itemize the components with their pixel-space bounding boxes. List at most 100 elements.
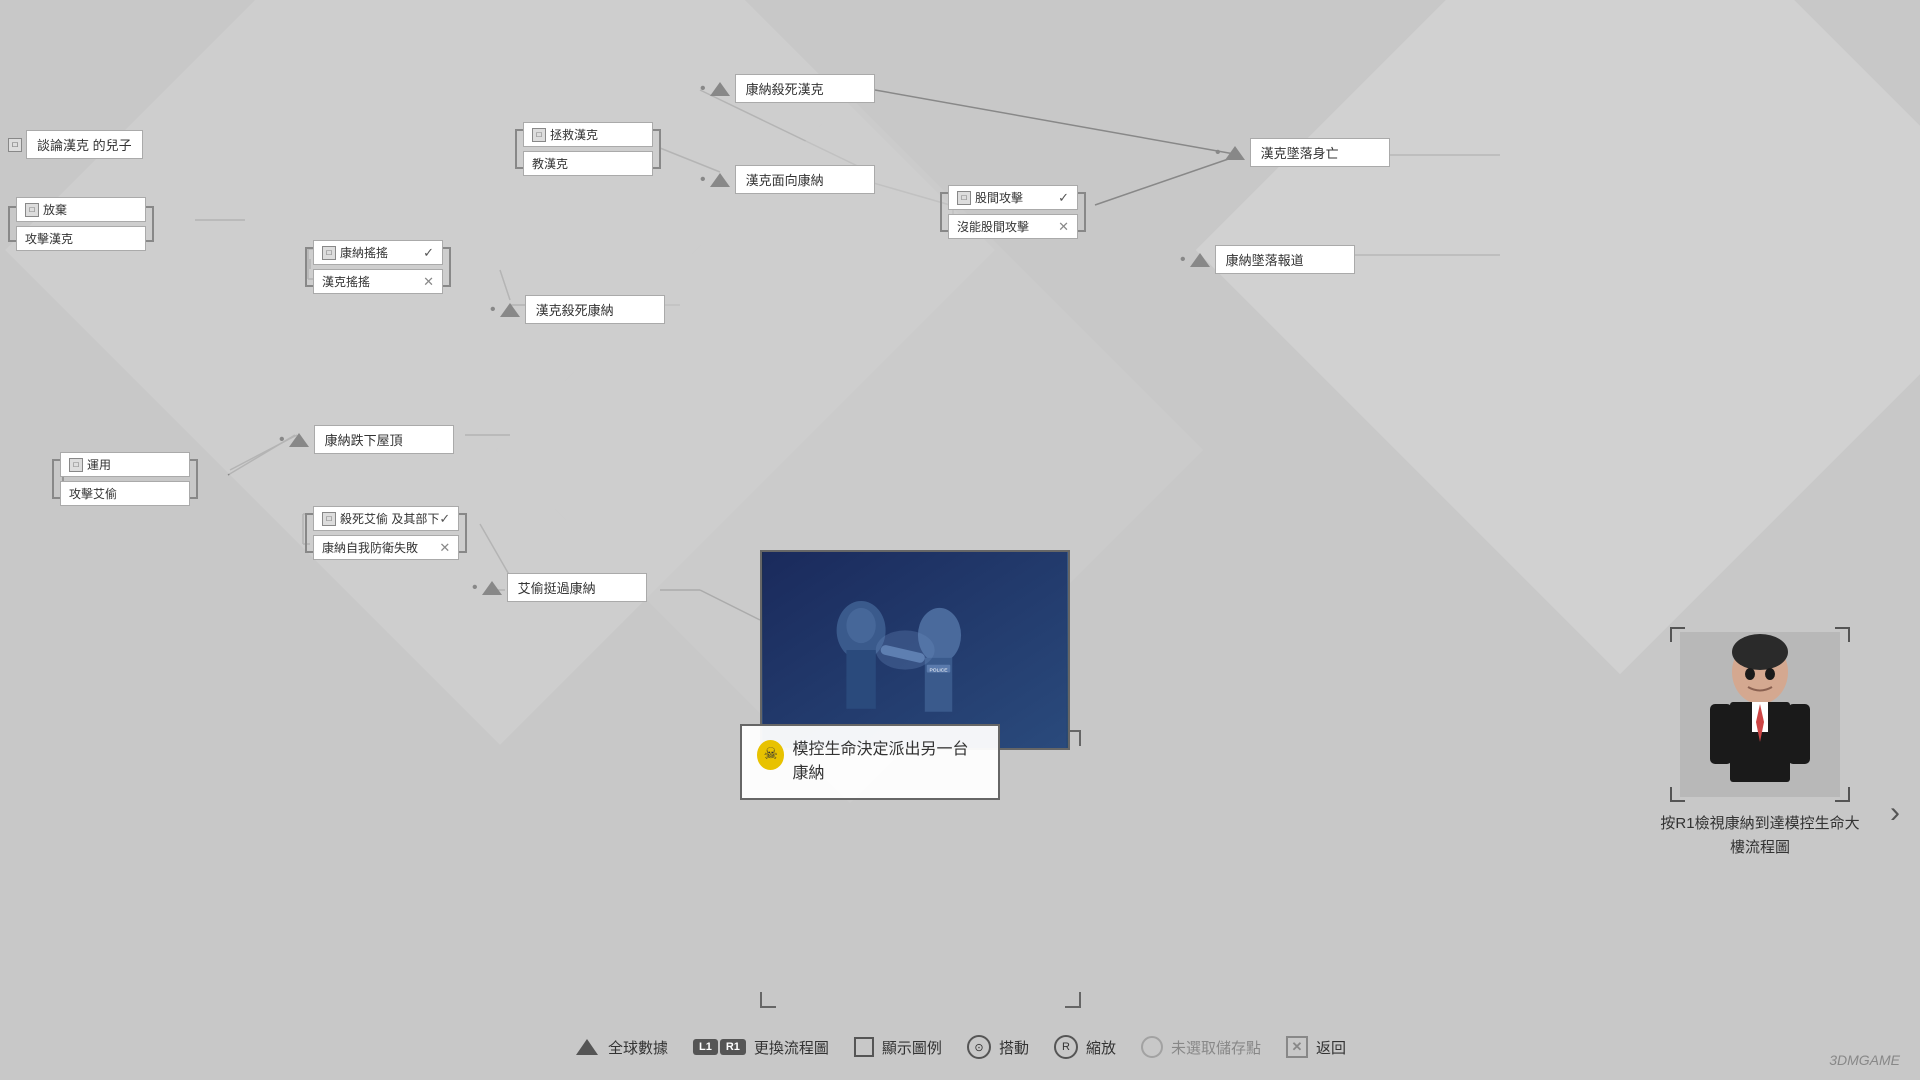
toolbar-no-save[interactable]: 未選取儲存點	[1141, 1036, 1261, 1058]
choice-use: □ 運用	[60, 452, 190, 477]
choice-save-hank: □ 拯救漢克	[523, 122, 653, 147]
move-label: 搭動	[999, 1037, 1029, 1058]
r1-button: R1	[720, 1039, 746, 1055]
node-icon: □	[8, 138, 22, 152]
choice-groin-fail: 沒能股間攻擊 ✕	[948, 214, 1078, 239]
node-label: 漢克墜落身亡	[1250, 138, 1390, 167]
x-icon: ✕	[1286, 1036, 1308, 1058]
node-hank-fall-dead: • 漢克墜落身亡	[1215, 138, 1390, 167]
group-choices: □ 殺死艾偷 及其部下 ✓ 康納自我防衛失敗 ✕	[313, 506, 459, 560]
group-bracket-right	[653, 129, 661, 169]
triangle-icon	[1225, 146, 1245, 160]
back-label: 返回	[1316, 1037, 1346, 1058]
video-preview: POLICE	[760, 550, 1070, 750]
x-mark: ✕	[1058, 219, 1069, 235]
group-bracket-left	[52, 459, 60, 499]
choice-give-up: □ 放棄	[16, 197, 146, 222]
node-label: 康納殺死漢克	[735, 74, 875, 103]
right-panel-figure	[1670, 627, 1850, 802]
choice-group-kill-eva: □ 殺死艾偷 及其部下 ✓ 康納自我防衛失敗 ✕	[305, 506, 467, 560]
node-connor-fall-report: • 康納墜落報道	[1180, 245, 1355, 274]
node-connor-kill-hank: • 康納殺死漢克	[700, 74, 875, 103]
node-label: 艾偷挺過康納	[507, 573, 647, 602]
triangle-icon	[289, 433, 309, 447]
group-choices: □ 運用 攻擊艾偷	[60, 452, 190, 506]
check-mark: ✓	[439, 511, 450, 527]
check-mark: ✓	[1058, 190, 1069, 206]
choice-icon: □	[322, 246, 336, 260]
choice-group-shake: □ 康納搖搖 ✓ 漢克搖搖 ✕	[305, 240, 451, 294]
group-choices: □ 康納搖搖 ✓ 漢克搖搖 ✕	[313, 240, 443, 294]
bullet: •	[1180, 251, 1186, 269]
group-choices: □ 股間攻擊 ✓ 沒能股間攻擊 ✕	[948, 185, 1078, 239]
video-scene: POLICE	[762, 552, 1068, 748]
group-bracket-left	[305, 513, 313, 553]
node-connor-fall-roof: • 康納跌下屋頂	[279, 425, 454, 454]
switch-chart-label: 更換流程圖	[754, 1037, 829, 1058]
toolbar-move[interactable]: ⊙ 搭動	[967, 1035, 1029, 1059]
toolbar-show-legend[interactable]: 顯示圖例	[854, 1037, 942, 1058]
right-panel: 按R1檢視康納到達模控生命大樓流程圖	[1660, 627, 1860, 860]
node-eva-survive-connor: • 艾偷挺過康納	[472, 573, 647, 602]
next-button[interactable]: ›	[1890, 796, 1900, 830]
right-panel-description: 按R1檢視康納到達模控生命大樓流程圖	[1660, 812, 1860, 860]
triangle-shape	[576, 1039, 598, 1055]
choice-teach-hank: 教漢克	[523, 151, 653, 176]
character-figure	[1680, 632, 1840, 797]
corner-br	[1835, 787, 1850, 802]
corner-tr	[1835, 627, 1850, 642]
group-bracket-right	[190, 459, 198, 499]
node-hank-kill-connor: • 漢克殺死康納	[490, 295, 665, 324]
choice-icon: □	[25, 203, 39, 217]
node-discuss-hank-son: □ 談論漢克 的兒子	[8, 130, 143, 159]
corner-bl	[760, 992, 776, 1008]
group-bracket-right	[459, 513, 467, 553]
node-label: 漢克面向康納	[735, 165, 875, 194]
corner-tl	[1670, 627, 1685, 642]
action-group-1: □ 放棄 攻擊漢克	[8, 197, 154, 251]
corner-br	[1065, 992, 1081, 1008]
choice-attack-eva: 攻擊艾偷	[60, 481, 190, 506]
tooltip-content: ☠ 模控生命決定派出另一台康納	[757, 738, 983, 786]
x-mark: ✕	[423, 274, 434, 290]
toolbar-zoom[interactable]: R 縮放	[1054, 1035, 1116, 1059]
triangle-icon	[482, 581, 502, 595]
node-label: 談論漢克 的兒子	[26, 130, 143, 159]
toolbar-back[interactable]: ✕ 返回	[1286, 1036, 1346, 1058]
zoom-label: 縮放	[1086, 1037, 1116, 1058]
choice-hank-shake: 漢克搖搖 ✕	[313, 269, 443, 294]
global-data-label: 全球數據	[608, 1037, 668, 1058]
bullet: •	[279, 431, 285, 449]
check-mark: ✓	[423, 245, 434, 261]
toolbar-global-data[interactable]: 全球數據	[574, 1034, 668, 1060]
circle-icon	[1141, 1036, 1163, 1058]
group-bracket-right	[146, 206, 154, 242]
tooltip-text: 模控生命決定派出另一台康納	[792, 738, 983, 786]
tooltip-popup: ☠ 模控生命決定派出另一台康納	[740, 724, 1000, 800]
group-bracket-left	[515, 129, 523, 169]
l1r1-buttons: L1 R1	[693, 1039, 746, 1055]
svg-text:POLICE: POLICE	[930, 668, 949, 674]
triangle-icon	[500, 303, 520, 317]
choice-kill-eva-troops: □ 殺死艾偷 及其部下 ✓	[313, 506, 459, 531]
choice-icon: □	[532, 128, 546, 142]
show-legend-label: 顯示圖例	[882, 1037, 942, 1058]
no-save-label: 未選取儲存點	[1171, 1037, 1261, 1058]
group-choices: □ 放棄 攻擊漢克	[16, 197, 146, 251]
node-group-save-hank: □ 拯救漢克 教漢克	[515, 122, 661, 176]
group-bracket-right	[1078, 192, 1086, 232]
group-bracket-left	[305, 247, 313, 287]
toolbar-switch-chart[interactable]: L1 R1 更換流程圖	[693, 1037, 829, 1058]
group-bracket-left	[940, 192, 948, 232]
bullet: •	[472, 579, 478, 597]
group-bracket-right	[443, 247, 451, 287]
choice-connor-shake: □ 康納搖搖 ✓	[313, 240, 443, 265]
node-label: 康納墜落報道	[1215, 245, 1355, 274]
x-mark: ✕	[439, 540, 450, 556]
triangle-icon	[710, 82, 730, 96]
l1-button: L1	[693, 1039, 718, 1055]
bullet: •	[700, 171, 706, 189]
triangle-icon	[710, 173, 730, 187]
choice-icon: □	[957, 191, 971, 205]
clock-icon: ⊙	[967, 1035, 991, 1059]
